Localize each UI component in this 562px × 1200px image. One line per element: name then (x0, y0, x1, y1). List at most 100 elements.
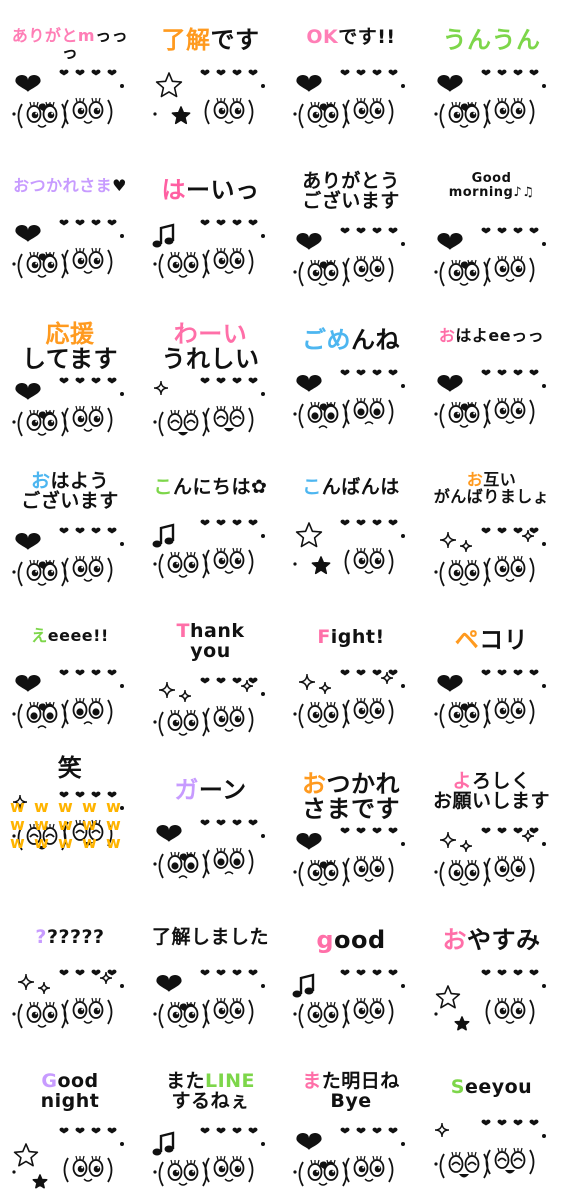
sparkle-icon (434, 1122, 449, 1138)
heart-icon (388, 669, 398, 676)
heart-icon (481, 227, 490, 234)
caption-part: F (317, 626, 331, 648)
caption-part: OK (306, 26, 339, 48)
sticker-illustration (152, 519, 265, 579)
caption-part: ありがとう ございます (302, 170, 400, 212)
sticker-item[interactable]: good (281, 900, 421, 1050)
heart-icon (200, 969, 209, 976)
heart-icon (296, 1133, 322, 1151)
caption-part: ????? (46, 926, 105, 948)
sticker-item[interactable]: 笑wwwwwwwwwwwwwww (0, 750, 140, 900)
sticker-item[interactable]: ごめんね (281, 300, 421, 450)
sticker-item[interactable]: ペコリ (422, 600, 562, 750)
sticker-illustration (152, 1127, 265, 1187)
sticker-caption: お互い がんばりましょ (428, 471, 556, 506)
face-icon (298, 701, 348, 729)
sparkle-icon (439, 531, 456, 549)
sticker-item[interactable]: 了解しました (141, 900, 281, 1050)
face-icon (204, 1155, 253, 1183)
heart-icon (232, 69, 241, 76)
sticker-item[interactable]: OKです!! (281, 0, 421, 150)
heart-icon (497, 1119, 506, 1126)
heart-icon (436, 675, 463, 693)
sticker-item[interactable]: おつかれ さまです (281, 750, 421, 900)
sticker-item[interactable]: お互い がんばりましょ (422, 450, 562, 600)
sticker-item[interactable]: 了解です (141, 0, 281, 150)
heart-icon (372, 227, 382, 234)
face-icon (485, 255, 534, 283)
heart-icon (200, 219, 209, 226)
sticker-item[interactable]: Fight! (281, 600, 421, 750)
star-icon (453, 1016, 470, 1031)
sticker-caption: ペコリ (428, 627, 556, 653)
sticker-item[interactable]: 応援 してます (0, 300, 140, 450)
sticker-item[interactable]: ガーン (141, 750, 281, 900)
sticker-item[interactable]: こんにちは✿ (141, 450, 281, 600)
sticker-illustration (433, 969, 546, 1031)
heart-icon (436, 375, 463, 393)
heart-icon (91, 527, 101, 534)
sticker-illustration (152, 819, 265, 879)
heart-icon (216, 677, 225, 684)
sticker-item[interactable]: Good morning♪♫ (422, 150, 562, 300)
heart-icon (513, 69, 522, 76)
svg-text:w: w (58, 815, 73, 834)
sticker-illustration (293, 369, 405, 429)
sticker-item[interactable]: ありがとう ございます (281, 150, 421, 300)
face-icon (485, 555, 534, 583)
face-icon (344, 997, 394, 1025)
heart-icon (529, 827, 538, 834)
sticker-item[interactable]: こんばんは (281, 450, 421, 600)
sticker-item[interactable]: Seeyou (422, 1050, 562, 1200)
caption-part: お (302, 770, 327, 798)
face-icon (485, 697, 534, 725)
sticker-grid: ありがとmっっっ 了解です OKです!! うんうんおつかれさま♥ はーいっ ありがとう ご… (0, 0, 562, 1200)
caption-part: お (30, 470, 51, 492)
caption-part: 了解 (161, 26, 211, 54)
sticker-item[interactable]: わーい うれしい (141, 300, 281, 450)
caption-part: g (316, 926, 335, 954)
sticker-item[interactable]: ?????? (0, 900, 140, 1050)
sticker-caption: ありがとmっっっ (6, 27, 134, 62)
caption-part: Good morning (448, 171, 514, 200)
heart-icon (155, 825, 182, 843)
sticker-caption: good (287, 926, 415, 954)
heart-icon (388, 969, 398, 976)
heart-icon (216, 819, 225, 826)
caption-part: Bye (330, 1089, 372, 1112)
sticker-item[interactable]: えeeee!! (0, 600, 140, 750)
heart-icon (481, 527, 490, 534)
sticker-item[interactable]: おつかれさま♥ (0, 150, 140, 300)
sticker-caption: えeeee!! (6, 626, 134, 645)
heart-icon (513, 1119, 522, 1126)
heart-icon (529, 669, 538, 676)
sticker-item[interactable]: また明日ね Bye (281, 1050, 421, 1200)
heart-icon (529, 369, 538, 376)
sticker-item[interactable]: おやすみ (422, 900, 562, 1050)
caption-part: ま (302, 1070, 322, 1092)
sticker-item[interactable]: おはよう ございます (0, 450, 140, 600)
heart-icon (372, 969, 382, 976)
heart-icon (497, 969, 506, 976)
sticker-item[interactable]: Good night (0, 1050, 140, 1200)
sticker-item[interactable]: はーいっ (141, 150, 281, 300)
sticker-illustration (12, 969, 124, 1029)
sticker-item[interactable]: Thank you (141, 600, 281, 750)
face-icon (204, 847, 253, 875)
sticker-item[interactable]: おはよeeっっ (422, 300, 562, 450)
heart-icon (216, 969, 225, 976)
sticker-item[interactable]: またLINE するねぇ (141, 1050, 281, 1200)
sticker-item[interactable]: ありがとmっっっ (0, 0, 140, 150)
face-icon (485, 397, 534, 425)
sparkle-icon (178, 689, 191, 703)
heart-icon (388, 827, 398, 834)
heart-icon (15, 75, 41, 93)
heart-icon (15, 675, 41, 693)
heart-icon (529, 969, 538, 976)
heart-icon (529, 1119, 538, 1126)
caption-part: え (31, 626, 48, 645)
sticker-item[interactable]: うんうん (422, 0, 562, 150)
face-icon (344, 255, 394, 283)
sticker-caption: Thank you (147, 621, 275, 662)
sticker-item[interactable]: よろしく お願いします (422, 750, 562, 900)
